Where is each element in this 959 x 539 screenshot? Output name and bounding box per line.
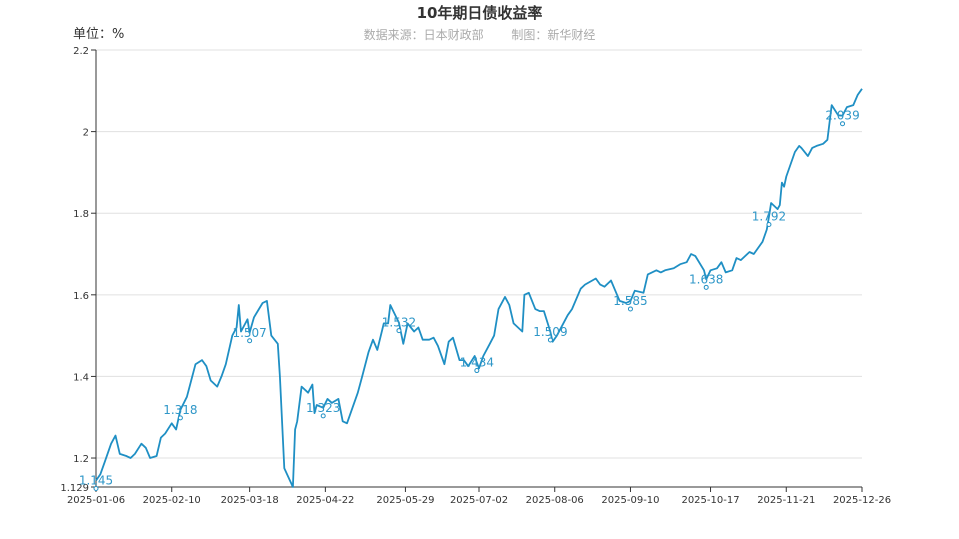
data-label: 1.145 (79, 473, 113, 487)
x-tick-label: 2025-09-10 (601, 495, 659, 506)
y-tick-label: 1.2 (73, 454, 89, 465)
data-label: 1.323 (306, 401, 340, 415)
data-label: 1.532 (382, 316, 416, 330)
x-tick-label: 2025-07-02 (450, 495, 508, 506)
x-tick-label: 2025-05-29 (376, 495, 434, 506)
line-chart: 1.1291.21.41.61.822.22025-01-06 2025-02-1… (60, 46, 891, 506)
chart-root: 10年期日债收益率 数据来源：日本财政部 制图：新华财经 单位：% 1.129 1… (0, 0, 959, 539)
series-line (95, 88, 863, 488)
y-tick-label: 1.4 (73, 372, 89, 383)
x-tick-label: 2025-03-18 (221, 495, 279, 506)
x-tick-label: 2025-02-10 (143, 495, 201, 506)
data-label: 1.509 (533, 325, 567, 339)
data-label: 1.434 (460, 356, 494, 370)
data-label: 1.792 (752, 209, 786, 223)
data-label: 1.585 (613, 294, 647, 308)
data-label: 2.039 (825, 109, 859, 123)
x-tick-label: 2025-10-17 (681, 495, 739, 506)
x-tick-label: 2025-01-06 (67, 495, 125, 506)
data-label: 1.638 (689, 272, 723, 286)
y-tick-label: 2 (83, 128, 89, 139)
x-tick-label: 2025-08-06 (526, 495, 584, 506)
y-tick-label: 1.8 (73, 209, 89, 220)
y-tick-label: 2.2 (73, 46, 89, 57)
x-tick-label: 2025-04-22 (296, 495, 354, 506)
x-tick-label: 2025-11-21 (757, 495, 815, 506)
data-label: 1.318 (163, 403, 197, 417)
x-tick-label: 2025-12-26 (833, 495, 891, 506)
data-label: 1.507 (232, 326, 266, 340)
y-tick-label: 1.6 (73, 291, 89, 302)
